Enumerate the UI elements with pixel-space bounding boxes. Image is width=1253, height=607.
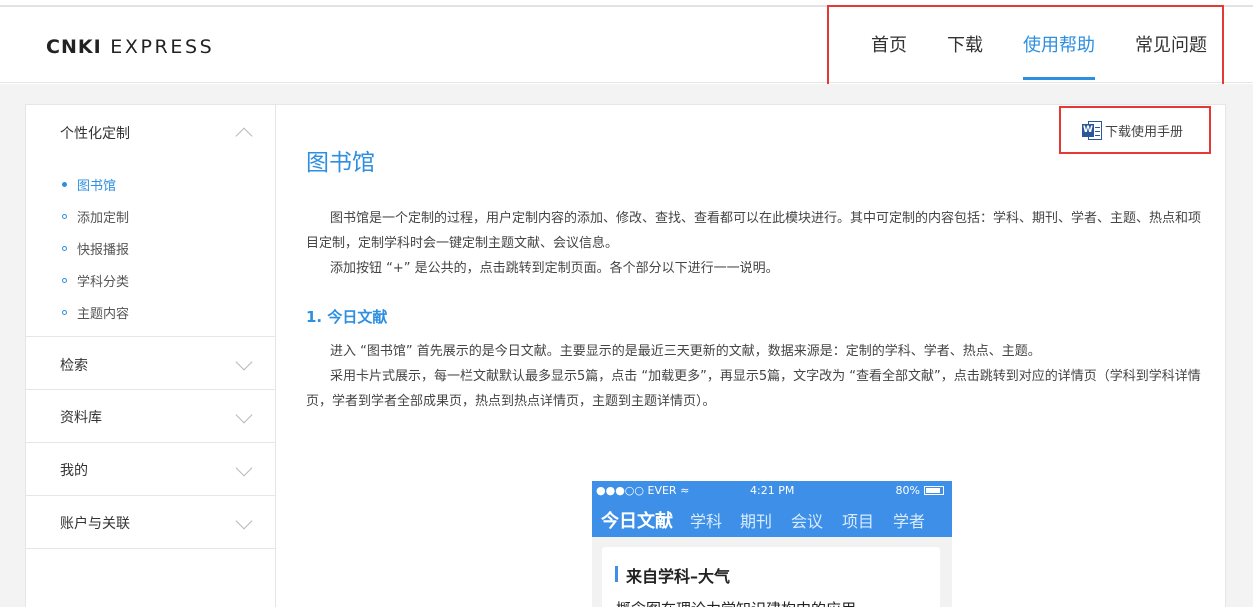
section-paragraphs: 进入 “图书馆” 首先展示的是今日文献。主要显示的是最近三天更新的文献，数据来源… (306, 339, 1210, 414)
download-manual-highlight: W 下载使用手册 (1059, 106, 1211, 154)
card-article-link[interactable]: 概念图在理论力学知识建构中的应用 (616, 598, 856, 607)
phone-card: 来自学科–大气 概念图在理论力学知识建构中的应用 (602, 547, 940, 607)
chevron-down-icon[interactable] (235, 459, 253, 477)
phone-tab-journal[interactable]: 期刊 (740, 508, 772, 532)
sidebar-group-search[interactable]: 检索 (60, 355, 88, 375)
phone-status-bar: ●●●○○ EVER ≈ 4:21 PM 80% (592, 481, 952, 500)
main-nav: 首页 下载 使用帮助 常见问题 (827, 5, 1224, 88)
article-title: 图书馆 (306, 150, 375, 176)
sidebar-group-library[interactable]: 资料库 (60, 407, 102, 427)
battery-icon (924, 486, 944, 495)
card-accent-bar (615, 566, 618, 582)
help-content: W 下载使用手册 图书馆 图书馆是一个定制的过程，用户定制内容的添加、修改、查找… (276, 104, 1226, 607)
sidebar-group-account[interactable]: 账户与关联 (60, 513, 130, 533)
sidebar-group-mine[interactable]: 我的 (60, 460, 88, 480)
phone-tab-conference[interactable]: 会议 (791, 508, 823, 532)
bullet-icon (62, 246, 67, 251)
phone-tab-project[interactable]: 项目 (842, 508, 874, 532)
phone-tab-today[interactable]: 今日文献 (601, 507, 673, 533)
chevron-down-icon[interactable] (235, 406, 253, 424)
sidebar-group-personalization[interactable]: 个性化定制 (60, 123, 130, 143)
sidebar-divider (26, 336, 275, 337)
nav-faq[interactable]: 常见问题 (1135, 31, 1207, 57)
chevron-up-icon[interactable] (235, 127, 253, 145)
cnki-express-logo[interactable]: CNKI EXPRESS (46, 36, 214, 58)
download-manual-button[interactable]: W 下载使用手册 (1082, 121, 1183, 140)
sidebar-divider (26, 495, 275, 496)
phone-tabbar: 今日文献 学科 期刊 会议 项目 学者 (592, 500, 952, 537)
intro-paragraph: 图书馆是一个定制的过程，用户定制内容的添加、修改、查找、查看都可以在此模块进行。… (306, 211, 1202, 251)
carrier-signal: ●●●○○ EVER ≈ (596, 484, 690, 497)
bullet-icon (62, 278, 67, 283)
section-paragraph: 采用卡片式展示，每一栏文献默认最多显示5篇，点击 “加载更多”，再显示5篇，文字… (306, 369, 1201, 409)
nav-download[interactable]: 下载 (947, 31, 983, 57)
chevron-down-icon[interactable] (235, 512, 253, 530)
wifi-icon: ≈ (680, 484, 690, 497)
intro-paragraph: 添加按钮 “+” 是公共的，点击跳转到定制页面。各个部分以下进行一一说明。 (330, 261, 779, 276)
chevron-down-icon[interactable] (235, 353, 253, 371)
sidebar-item-news-broadcast[interactable]: 快报播报 (62, 239, 129, 258)
sidebar-item-add-custom[interactable]: 添加定制 (62, 207, 129, 226)
phone-time: 4:21 PM (750, 484, 795, 497)
bullet-icon (62, 182, 67, 187)
sidebar-item-topic-content[interactable]: 主题内容 (62, 303, 129, 322)
active-nav-underline (1023, 77, 1095, 80)
section-paragraph: 进入 “图书馆” 首先展示的是今日文献。主要显示的是最近三天更新的文献，数据来源… (330, 344, 1041, 359)
card-title: 来自学科–大气 (626, 567, 731, 586)
sidebar-divider (26, 548, 275, 549)
battery-status: 80% (896, 484, 944, 497)
phone-tab-scholar[interactable]: 学者 (893, 508, 925, 532)
sidebar-divider (26, 442, 275, 443)
sidebar-divider (26, 389, 275, 390)
sidebar-item-subject-category[interactable]: 学科分类 (62, 271, 129, 290)
help-sidebar: 个性化定制 图书馆 添加定制 快报播报 学科分类 主题内容 检索 资料库 我的 … (25, 104, 276, 607)
bullet-icon (62, 214, 67, 219)
nav-home[interactable]: 首页 (871, 31, 907, 57)
phone-tab-subject[interactable]: 学科 (690, 508, 722, 532)
sidebar-item-library[interactable]: 图书馆 (62, 175, 116, 194)
nav-help[interactable]: 使用帮助 (1023, 31, 1095, 57)
phone-screenshot: ●●●○○ EVER ≈ 4:21 PM 80% 今日文献 学科 期刊 会议 项… (592, 481, 952, 607)
intro-paragraphs: 图书馆是一个定制的过程，用户定制内容的添加、修改、查找、查看都可以在此模块进行。… (306, 206, 1210, 281)
section-title-today-literature: 1. 今日文献 (306, 308, 388, 326)
word-document-icon: W (1082, 121, 1102, 140)
bullet-icon (62, 310, 67, 315)
